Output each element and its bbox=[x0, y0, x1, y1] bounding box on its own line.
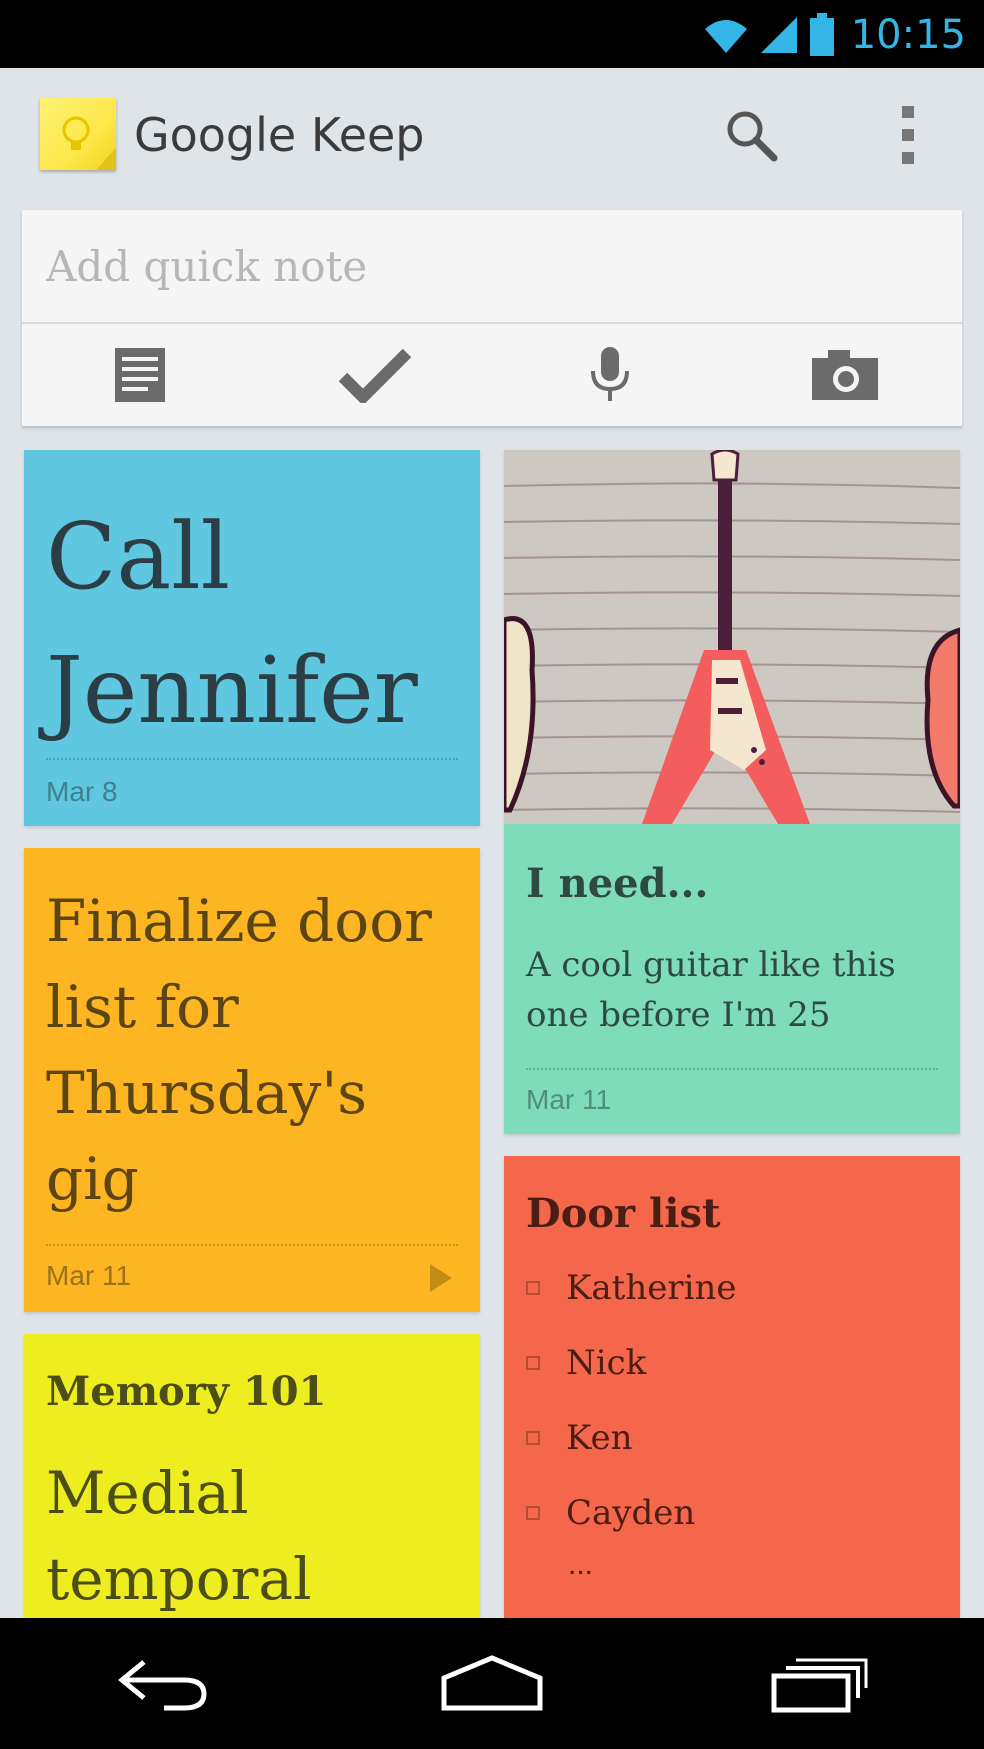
status-icons: 10:15 bbox=[703, 10, 966, 60]
status-bar: 10:15 bbox=[0, 0, 984, 68]
checkbox[interactable] bbox=[526, 1356, 540, 1370]
back-icon bbox=[118, 1659, 207, 1710]
more-items-indicator: ... bbox=[568, 1548, 594, 1581]
text-note-icon bbox=[114, 348, 165, 402]
recents-button[interactable] bbox=[760, 1644, 880, 1724]
note-date: Mar 8 bbox=[46, 776, 118, 807]
note-date: Mar 11 bbox=[526, 1084, 612, 1115]
note-card-door-list[interactable]: Door list Katherine Nick Ken Cayden ... bbox=[504, 1156, 960, 1634]
quick-note-tools bbox=[22, 324, 962, 426]
note-date: Mar 11 bbox=[46, 1260, 132, 1291]
divider bbox=[46, 1244, 458, 1246]
list-item[interactable]: Katherine bbox=[526, 1268, 737, 1308]
note-body: A cool guitar like this one before I'm 2… bbox=[526, 945, 896, 1035]
share-arrow-icon[interactable] bbox=[428, 1262, 454, 1294]
list-item-label: Cayden bbox=[566, 1493, 696, 1533]
checkbox[interactable] bbox=[526, 1506, 540, 1520]
note-title: Door list bbox=[526, 1190, 721, 1237]
note-title: Memory 101 bbox=[46, 1368, 327, 1415]
app-bar: Google Keep bbox=[0, 68, 984, 204]
status-time: 10:15 bbox=[850, 12, 966, 58]
list-item[interactable]: Cayden bbox=[526, 1493, 695, 1533]
list-item-label: Katherine bbox=[566, 1268, 737, 1308]
voice-note-button[interactable] bbox=[492, 324, 727, 426]
checkbox[interactable] bbox=[526, 1281, 540, 1295]
list-item[interactable]: Nick bbox=[526, 1343, 646, 1383]
home-button[interactable] bbox=[432, 1644, 552, 1724]
overflow-menu-icon bbox=[902, 106, 914, 164]
divider bbox=[46, 758, 458, 760]
navigation-bar bbox=[0, 1618, 984, 1749]
photo-note-button[interactable] bbox=[727, 324, 962, 426]
camera-icon bbox=[811, 350, 878, 400]
microphone-icon bbox=[590, 347, 629, 401]
back-button[interactable] bbox=[104, 1644, 224, 1724]
note-card-guitar[interactable]: I need... A cool guitar like this one be… bbox=[504, 450, 960, 1134]
guitar-image bbox=[504, 450, 960, 824]
list-item-label: Nick bbox=[566, 1343, 647, 1383]
search-icon bbox=[727, 111, 778, 162]
note-card-memory-101[interactable]: Memory 101 Medial temporal bbox=[24, 1334, 480, 1634]
wifi-icon bbox=[704, 20, 747, 53]
note-card-call-jennifer[interactable]: Call Jennifer Mar 8 bbox=[24, 450, 480, 826]
checklist-icon bbox=[338, 348, 411, 403]
text-note-button[interactable] bbox=[22, 324, 257, 426]
note-title: Call Jennifer bbox=[46, 503, 418, 744]
note-title: I need... bbox=[526, 860, 709, 907]
app-title: Google Keep bbox=[134, 108, 425, 162]
battery-icon bbox=[809, 13, 834, 56]
home-icon bbox=[441, 1654, 543, 1710]
divider bbox=[526, 1068, 938, 1070]
quick-note-input[interactable] bbox=[22, 210, 962, 322]
checklist-button[interactable] bbox=[257, 324, 492, 426]
checkbox[interactable] bbox=[526, 1431, 540, 1445]
list-item-label: Ken bbox=[566, 1418, 633, 1458]
note-body: Medial temporal bbox=[46, 1459, 312, 1613]
note-card-finalize-door-list[interactable]: Finalize door list for Thursday's gig Ma… bbox=[24, 848, 480, 1312]
signal-icon bbox=[760, 17, 797, 53]
keep-logo-icon[interactable] bbox=[40, 98, 116, 170]
overflow-menu-button[interactable] bbox=[890, 102, 926, 168]
recents-icon bbox=[771, 1658, 868, 1712]
search-button[interactable] bbox=[722, 106, 782, 166]
list-item[interactable]: Ken bbox=[526, 1418, 633, 1458]
quick-note-bar bbox=[22, 210, 962, 426]
note-title: Finalize door list for Thursday's gig bbox=[46, 887, 432, 1213]
